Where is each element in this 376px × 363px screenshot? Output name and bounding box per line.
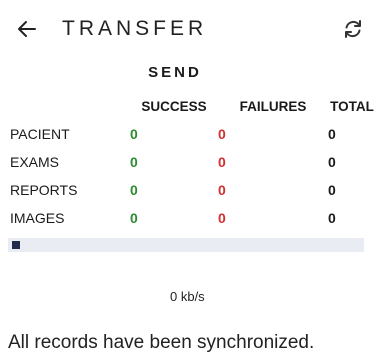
total-count: 0 <box>328 126 336 142</box>
transfer-speed: 0 kb/s <box>170 289 205 304</box>
column-header-total: TOTAL <box>330 98 374 114</box>
total-count: 0 <box>328 154 336 170</box>
refresh-button[interactable] <box>340 14 366 44</box>
table-row: IMAGES 0 0 0 <box>0 204 376 232</box>
progress-fill <box>12 241 20 249</box>
row-label: IMAGES <box>10 210 65 226</box>
success-count: 0 <box>130 182 138 198</box>
transfer-table: SUCCESS FAILURES TOTAL PACIENT 0 0 0 EXA… <box>0 92 376 232</box>
back-button[interactable] <box>14 14 40 44</box>
row-label-header <box>0 92 130 120</box>
table-row: REPORTS 0 0 0 <box>0 176 376 204</box>
table-header-row: SUCCESS FAILURES TOTAL <box>0 92 376 120</box>
status-message: All records have been synchronized. <box>8 332 315 353</box>
failure-count: 0 <box>218 210 226 226</box>
total-count: 0 <box>328 182 336 198</box>
column-header-failures: FAILURES <box>239 98 307 114</box>
arrow-left-icon <box>18 21 36 37</box>
row-label: PACIENT <box>10 126 70 142</box>
table-row: PACIENT 0 0 0 <box>0 120 376 148</box>
failure-count: 0 <box>218 154 226 170</box>
page-title: TRANSFER <box>62 17 208 40</box>
success-count: 0 <box>130 154 138 170</box>
success-count: 0 <box>130 210 138 226</box>
row-label: REPORTS <box>10 182 78 198</box>
failure-count: 0 <box>218 182 226 198</box>
table-row: EXAMS 0 0 0 <box>0 148 376 176</box>
total-count: 0 <box>328 210 336 226</box>
failure-count: 0 <box>218 126 226 142</box>
success-count: 0 <box>130 126 138 142</box>
column-header-success: SUCCESS <box>141 98 207 114</box>
refresh-icon <box>345 20 361 38</box>
progress-bar <box>8 238 364 252</box>
row-label: EXAMS <box>10 154 60 170</box>
send-heading: SEND <box>148 64 202 81</box>
header: TRANSFER <box>0 0 376 60</box>
